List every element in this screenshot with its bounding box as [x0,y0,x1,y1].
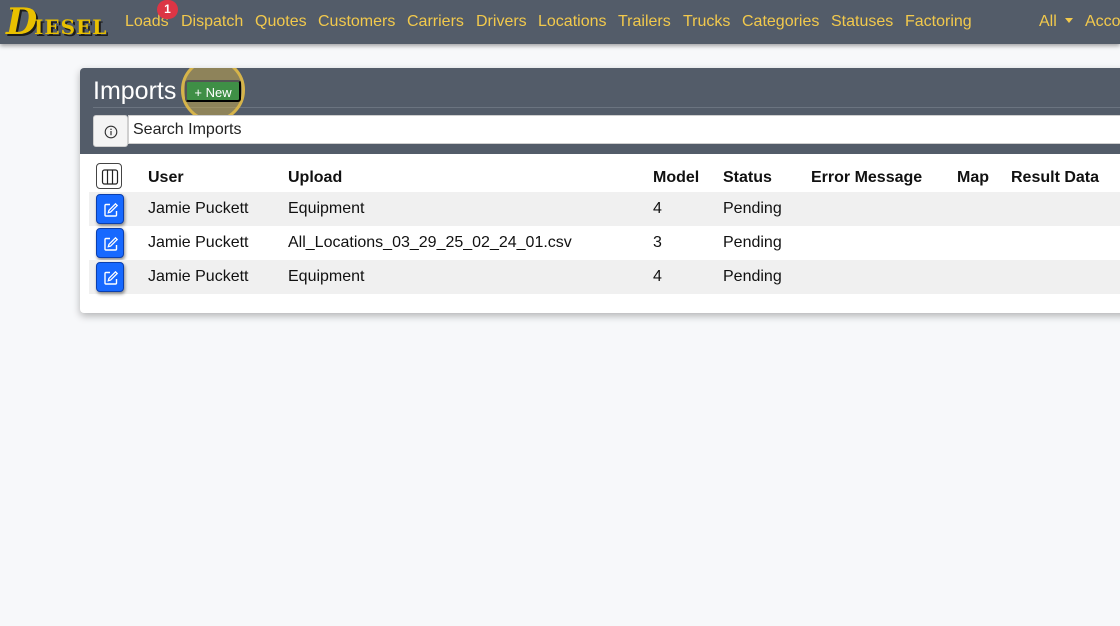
cell-user: Jamie Puckett [148,200,249,217]
column-header-user[interactable]: User [148,168,184,188]
nav-dispatch[interactable]: Dispatch [181,12,243,32]
cell-model: 4 [653,268,662,285]
pencil-square-icon [104,270,119,285]
search-input[interactable] [128,115,1120,144]
logo-text: IESEL [34,15,108,39]
nav-factoring[interactable]: Factoring [905,12,972,32]
column-header-map[interactable]: Map [957,168,989,188]
nav-carriers[interactable]: Carriers [407,12,464,32]
table-row: Jamie Puckett Equipment 4 Pending [89,192,1120,226]
scope-label: All [1039,13,1057,30]
cell-status: Pending [723,268,782,285]
column-header-error-message[interactable]: Error Message [811,168,922,188]
table-row: Jamie Puckett All_Locations_03_29_25_02_… [89,226,1120,260]
logo-initial: D [6,1,38,43]
loads-count-badge: 1 [157,0,178,19]
info-circle-icon [104,125,118,139]
nav-account[interactable]: Acco [1085,12,1120,32]
pencil-square-icon [104,202,119,217]
search-info-button[interactable] [93,115,128,147]
cell-status: Pending [723,200,782,217]
cell-upload: Equipment [288,200,365,217]
table-row: Jamie Puckett Equipment 4 Pending [89,260,1120,294]
top-navbar: D IESEL Loads 1 Dispatch Quotes Customer… [0,0,1120,44]
nav-customers[interactable]: Customers [318,12,395,32]
edit-row-button[interactable] [96,262,124,292]
cell-upload: All_Locations_03_29_25_02_24_01.csv [288,234,572,251]
cell-upload: Equipment [288,268,365,285]
column-header-result-data[interactable]: Result Data [1011,168,1099,188]
diesel-logo[interactable]: D IESEL [6,2,110,42]
columns-icon [101,169,119,185]
imports-card: Imports + New User Upload Model Status E… [80,68,1120,313]
column-header-status[interactable]: Status [723,168,772,188]
edit-row-button[interactable] [96,228,124,258]
caret-down-icon [1064,18,1073,23]
cell-model: 4 [653,200,662,217]
nav-categories[interactable]: Categories [742,12,819,32]
nav-statuses[interactable]: Statuses [831,12,893,32]
column-header-upload[interactable]: Upload [288,168,342,188]
nav-quotes[interactable]: Quotes [255,12,307,32]
cell-user: Jamie Puckett [148,234,249,251]
card-header: Imports + New [80,68,1120,154]
nav-drivers[interactable]: Drivers [476,12,527,32]
page-title: Imports [93,77,177,105]
cell-model: 3 [653,234,662,251]
nav-locations[interactable]: Locations [538,12,607,32]
cell-status: Pending [723,234,782,251]
pencil-square-icon [104,236,119,251]
column-toggle-button[interactable] [96,163,122,189]
header-divider [93,107,1120,108]
nav-trailers[interactable]: Trailers [618,12,671,32]
scope-dropdown[interactable]: All [1039,12,1073,32]
nav-trucks[interactable]: Trucks [683,12,730,32]
column-header-model[interactable]: Model [653,168,699,188]
new-import-button[interactable]: + New [185,80,241,102]
cell-user: Jamie Puckett [148,268,249,285]
edit-row-button[interactable] [96,194,124,224]
